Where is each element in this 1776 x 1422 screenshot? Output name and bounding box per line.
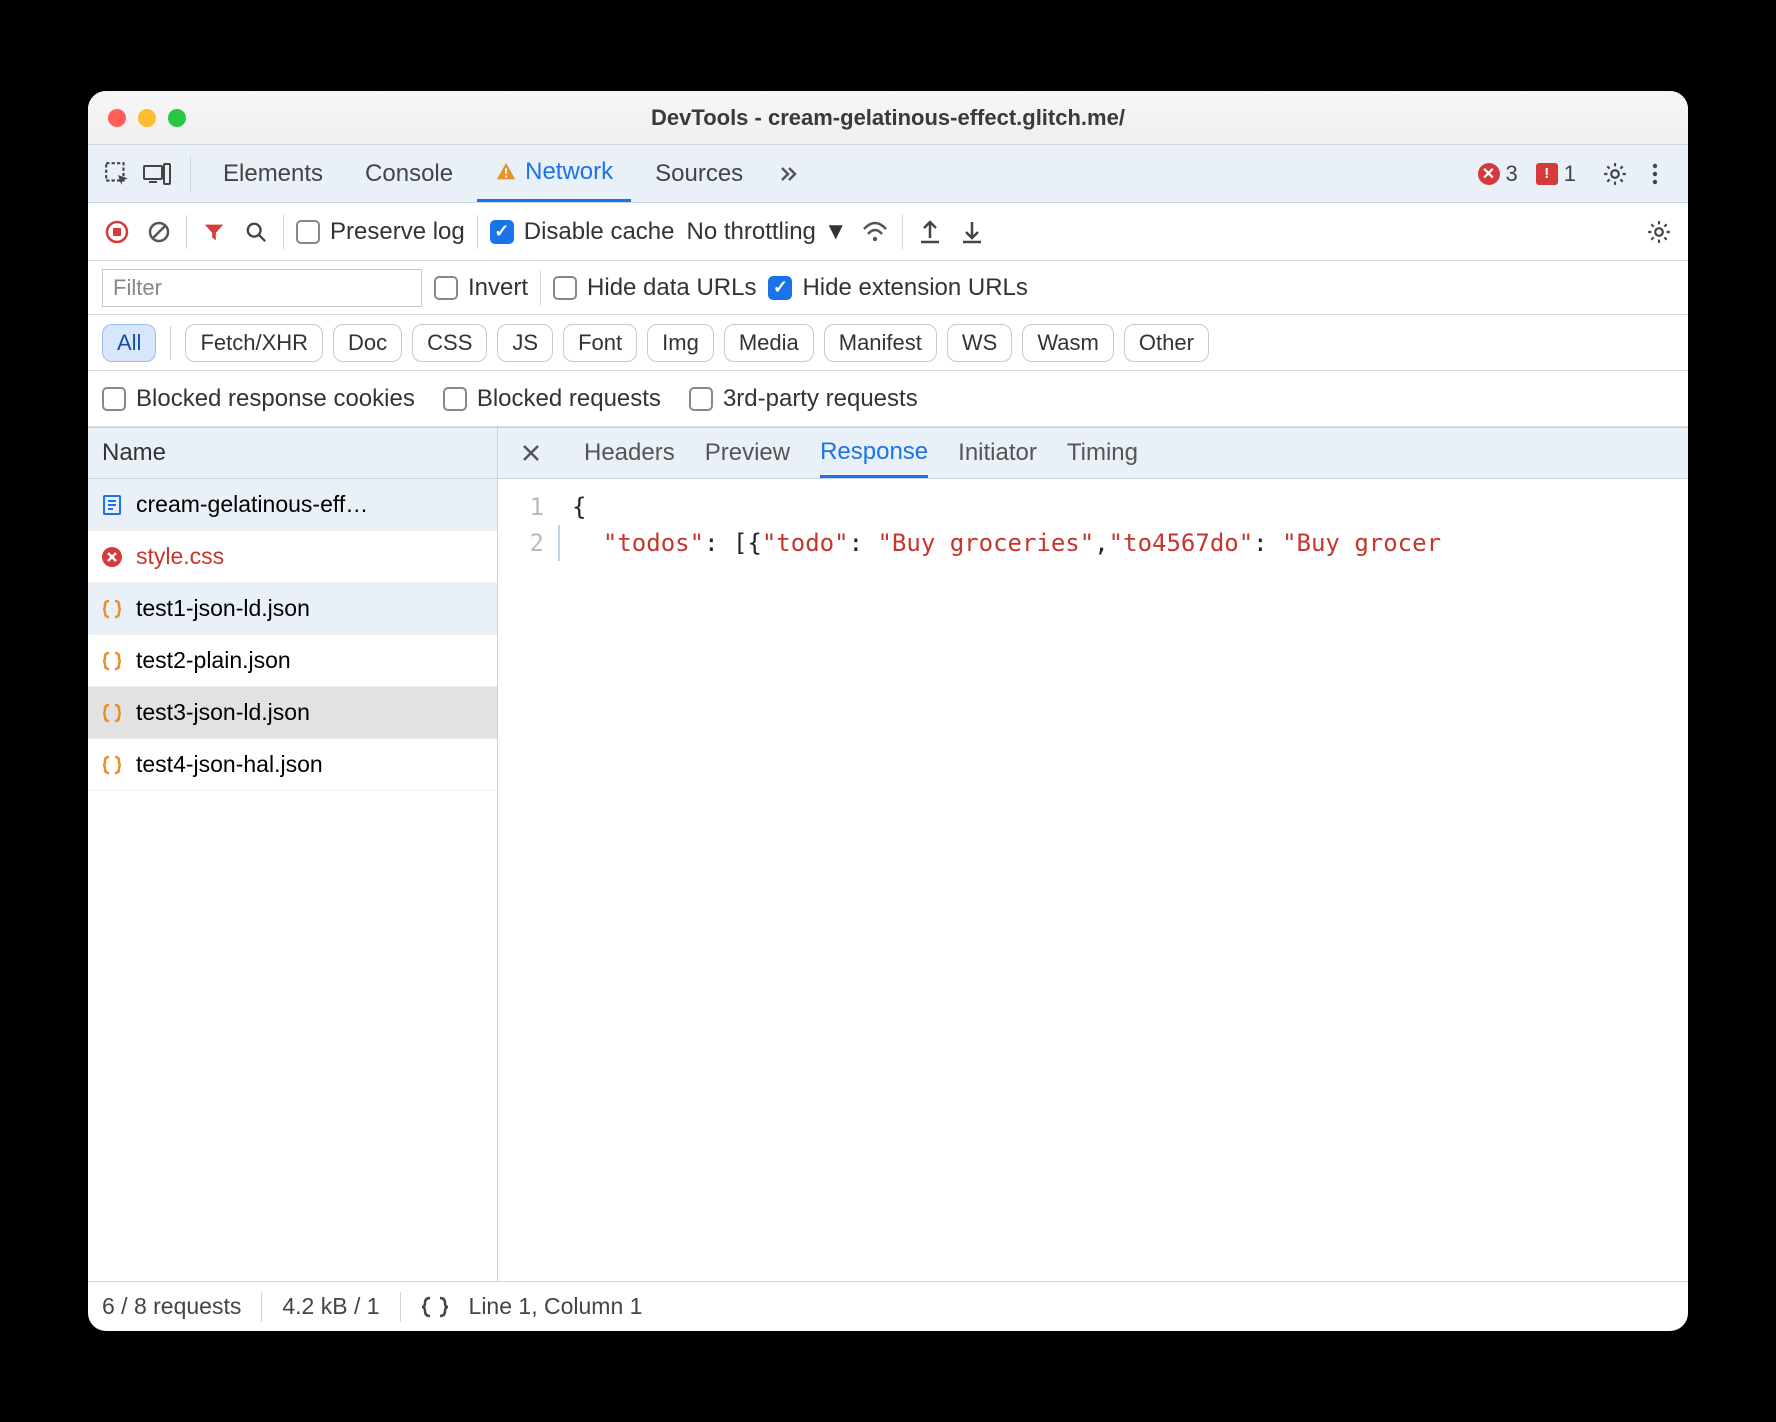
filter-input[interactable] [102, 269, 422, 307]
type-filter-row: All Fetch/XHR Doc CSS JS Font Img Media … [88, 315, 1688, 371]
request-row[interactable]: test2-plain.json [88, 635, 497, 687]
network-conditions-icon[interactable] [860, 217, 890, 247]
request-row[interactable]: style.css [88, 531, 497, 583]
pretty-print-icon[interactable] [421, 1296, 449, 1318]
network-toolbar: Preserve log Disable cache No throttling… [88, 203, 1688, 261]
request-name: test3-json-ld.json [136, 699, 310, 726]
status-requests: 6 / 8 requests [102, 1293, 241, 1320]
issues-counter[interactable]: ! 1 [1536, 161, 1576, 187]
request-list-panel: Name cream-gelatinous-eff… style.css test1… [88, 427, 498, 1281]
status-transfer: 4.2 kB / 1 [282, 1293, 379, 1320]
tab-sources[interactable]: Sources [637, 145, 761, 202]
search-icon[interactable] [241, 217, 271, 247]
more-filters-row: Blocked response cookies Blocked request… [88, 371, 1688, 427]
export-har-icon[interactable] [915, 217, 945, 247]
network-settings-icon[interactable] [1644, 217, 1674, 247]
chevron-down-icon: ▼ [824, 218, 848, 246]
detail-panel: Headers Preview Response Initiator Timin… [498, 427, 1688, 1281]
devtools-window: DevTools - cream-gelatinous-effect.glitc… [88, 91, 1688, 1331]
issue-badge-icon: ! [1536, 163, 1558, 185]
filter-toggle-icon[interactable] [199, 217, 229, 247]
window-title: DevTools - cream-gelatinous-effect.glitc… [88, 105, 1688, 131]
request-row[interactable]: test4-json-hal.json [88, 739, 497, 791]
split-panel: Name cream-gelatinous-eff… style.css test1… [88, 427, 1688, 1281]
response-body[interactable]: 1 { 2 "todos": [{"todo": "Buy groceries"… [498, 479, 1688, 1281]
type-chip-other[interactable]: Other [1124, 324, 1209, 362]
preserve-log-checkbox[interactable]: Preserve log [296, 218, 465, 246]
doc-icon [100, 493, 124, 517]
clear-button[interactable] [144, 217, 174, 247]
filter-row: Invert Hide data URLs Hide extension URL… [88, 261, 1688, 315]
line-number: 2 [498, 525, 558, 561]
type-chip-manifest[interactable]: Manifest [824, 324, 937, 362]
request-name: style.css [136, 543, 224, 570]
close-detail-icon[interactable] [516, 438, 546, 468]
type-chip-css[interactable]: CSS [412, 324, 487, 362]
hide-extension-urls-checkbox[interactable]: Hide extension URLs [768, 274, 1027, 302]
type-chip-all[interactable]: All [102, 324, 156, 362]
titlebar: DevTools - cream-gelatinous-effect.glitc… [88, 91, 1688, 145]
disable-cache-checkbox[interactable]: Disable cache [490, 218, 675, 246]
type-chip-fetchxhr[interactable]: Fetch/XHR [185, 324, 323, 362]
device-toolbar-icon[interactable] [142, 159, 172, 189]
tab-console[interactable]: Console [347, 145, 471, 202]
blocked-requests-checkbox[interactable]: Blocked requests [443, 385, 661, 413]
detail-tab-response[interactable]: Response [820, 428, 928, 478]
import-har-icon[interactable] [957, 217, 987, 247]
main-tabstrip: Elements Console Network Sources ✕ 3 ! 1 [88, 145, 1688, 203]
invert-checkbox[interactable]: Invert [434, 274, 528, 302]
json-icon [100, 753, 124, 777]
traffic-lights [108, 109, 186, 127]
blocked-cookies-checkbox[interactable]: Blocked response cookies [102, 385, 415, 413]
status-bar: 6 / 8 requests 4.2 kB / 1 Line 1, Column… [88, 1281, 1688, 1331]
detail-tabs: Headers Preview Response Initiator Timin… [498, 427, 1688, 479]
request-name: test2-plain.json [136, 647, 291, 674]
third-party-checkbox[interactable]: 3rd-party requests [689, 385, 918, 413]
settings-icon[interactable] [1600, 159, 1630, 189]
type-chip-ws[interactable]: WS [947, 324, 1012, 362]
json-icon [100, 701, 124, 725]
record-button[interactable] [102, 217, 132, 247]
kebab-menu-icon[interactable] [1640, 159, 1670, 189]
more-tabs-icon[interactable] [773, 159, 803, 189]
type-chip-font[interactable]: Font [563, 324, 637, 362]
detail-tab-timing[interactable]: Timing [1067, 428, 1138, 478]
error-counter[interactable]: ✕ 3 [1478, 161, 1518, 187]
request-row[interactable]: cream-gelatinous-eff… [88, 479, 497, 531]
request-name: test1-json-ld.json [136, 595, 310, 622]
line-number: 1 [498, 489, 558, 525]
json-icon [100, 597, 124, 621]
minimize-window-button[interactable] [138, 109, 156, 127]
type-chip-js[interactable]: JS [497, 324, 553, 362]
error-badge-icon: ✕ [1478, 163, 1500, 185]
hide-data-urls-checkbox[interactable]: Hide data URLs [553, 274, 756, 302]
detail-tab-headers[interactable]: Headers [584, 428, 675, 478]
warning-icon [495, 161, 517, 183]
close-window-button[interactable] [108, 109, 126, 127]
request-list: cream-gelatinous-eff… style.css test1-json… [88, 479, 497, 1281]
request-row[interactable]: test1-json-ld.json [88, 583, 497, 635]
type-chip-doc[interactable]: Doc [333, 324, 402, 362]
throttling-select[interactable]: No throttling ▼ [686, 218, 847, 246]
type-chip-img[interactable]: Img [647, 324, 714, 362]
request-name: cream-gelatinous-eff… [136, 491, 368, 518]
detail-tab-preview[interactable]: Preview [705, 428, 790, 478]
request-list-header[interactable]: Name [88, 427, 497, 479]
tab-elements[interactable]: Elements [205, 145, 341, 202]
request-name: test4-json-hal.json [136, 751, 323, 778]
status-cursor: Line 1, Column 1 [469, 1293, 643, 1320]
error-icon [100, 545, 124, 569]
maximize-window-button[interactable] [168, 109, 186, 127]
type-chip-wasm[interactable]: Wasm [1022, 324, 1114, 362]
tab-network[interactable]: Network [477, 145, 631, 202]
detail-tab-initiator[interactable]: Initiator [958, 428, 1037, 478]
request-row[interactable]: test3-json-ld.json [88, 687, 497, 739]
type-chip-media[interactable]: Media [724, 324, 814, 362]
json-icon [100, 649, 124, 673]
inspect-element-icon[interactable] [102, 159, 132, 189]
